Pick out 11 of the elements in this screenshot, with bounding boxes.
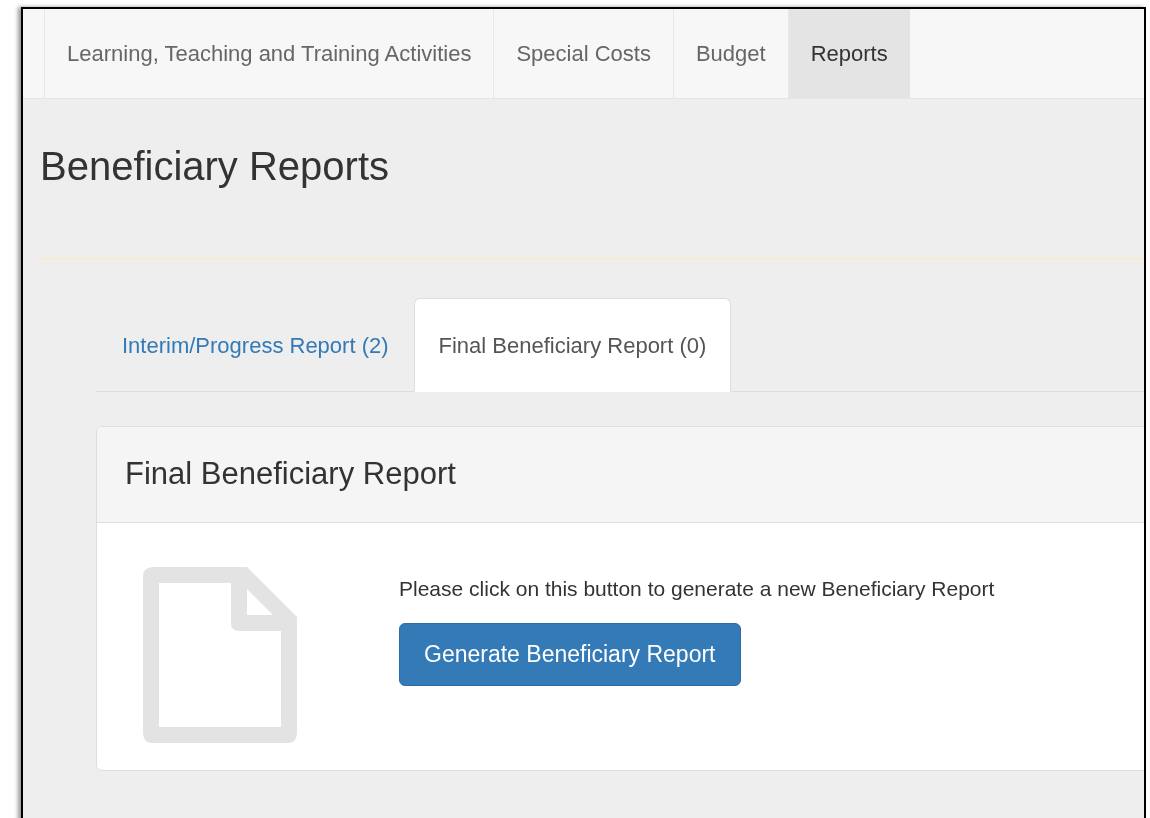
document-icon	[143, 567, 297, 743]
report-tab[interactable]: Final Beneficiary Report (0)	[413, 298, 732, 392]
nav-tab[interactable]: Budget	[672, 9, 788, 98]
page-title: Beneficiary Reports	[40, 143, 390, 190]
generate-report-button[interactable]: Generate Beneficiary Report	[399, 622, 741, 686]
panel-title: Final Beneficiary Report	[125, 455, 456, 494]
nav-tab[interactable]: Special Costs	[493, 9, 673, 98]
nav-tab[interactable]: Learning, Teaching and Training Activities	[44, 9, 494, 98]
report-tab[interactable]: Interim/Progress Report (2)	[97, 298, 414, 392]
instruction-text: Please click on this button to generate a new Beneficiary Report	[399, 576, 995, 602]
nav-tab[interactable]: Reports	[787, 9, 910, 98]
